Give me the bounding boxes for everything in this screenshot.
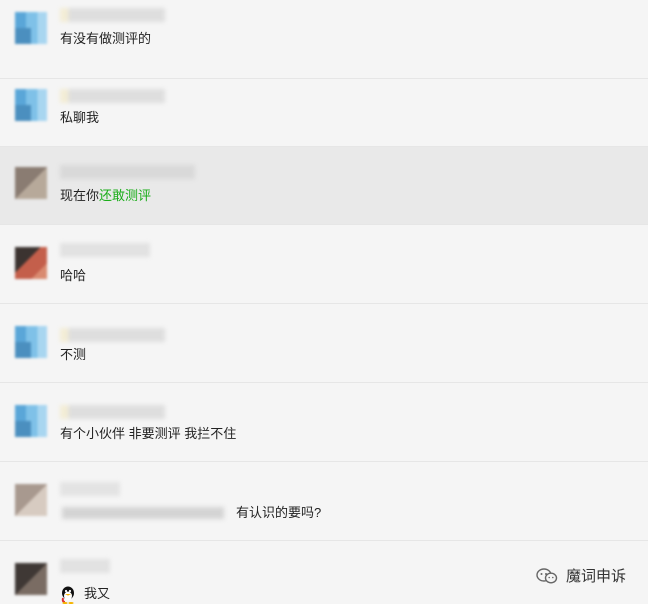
message-text: 现在你还敢测评 — [60, 187, 151, 205]
message-text: 有没有做测评的 — [60, 31, 152, 46]
avatar[interactable] — [15, 563, 47, 595]
message-text: 我又 — [60, 585, 110, 604]
message-text-green: 还敢测评 — [99, 188, 152, 203]
message-text-plain: 我又 — [84, 586, 111, 601]
sender-name-blurred — [60, 8, 165, 22]
message-text: 私聊我 — [60, 110, 100, 125]
avatar[interactable] — [15, 12, 47, 44]
chat-list: 有没有做测评的 私聊我 现在你还敢测评 哈哈 不测 有个小伙伴 非要测评 我拦不… — [0, 0, 648, 604]
sender-name-blurred — [60, 559, 110, 573]
avatar[interactable] — [15, 89, 47, 121]
sender-name-blurred — [60, 243, 150, 257]
quoted-text-blurred — [62, 507, 224, 519]
message-text-plain: 现在你 — [60, 188, 100, 203]
chat-message[interactable]: 不测 — [0, 304, 648, 383]
sender-name-blurred — [60, 482, 120, 496]
chat-message[interactable]: 有个小伙伴 非要测评 我拦不住 — [0, 383, 648, 462]
avatar[interactable] — [15, 484, 47, 516]
chat-message[interactable]: 有认识的要吗? — [0, 462, 648, 541]
chat-message[interactable]: 私聊我 — [0, 67, 648, 147]
message-text: 不测 — [60, 347, 87, 362]
watermark-label: 魔词申诉 — [565, 568, 626, 585]
avatar[interactable] — [15, 247, 47, 279]
watermark: 魔词申诉 — [536, 565, 626, 586]
message-text: 有认识的要吗? — [236, 505, 322, 520]
message-text: 有个小伙伴 非要测评 我拦不住 — [60, 426, 237, 441]
wechat-official-account-icon — [536, 567, 558, 584]
sender-name-blurred — [60, 165, 195, 179]
chat-message-highlighted[interactable]: 现在你还敢测评 — [0, 147, 648, 225]
avatar[interactable] — [15, 167, 47, 199]
avatar[interactable] — [15, 326, 47, 358]
sender-name-blurred — [60, 328, 165, 342]
avatar[interactable] — [15, 405, 47, 437]
sender-name-blurred — [60, 405, 165, 419]
qq-penguin-icon — [61, 586, 74, 604]
chat-message[interactable]: 哈哈 — [0, 225, 648, 304]
message-text: 哈哈 — [60, 268, 87, 283]
sender-name-blurred — [60, 89, 165, 103]
